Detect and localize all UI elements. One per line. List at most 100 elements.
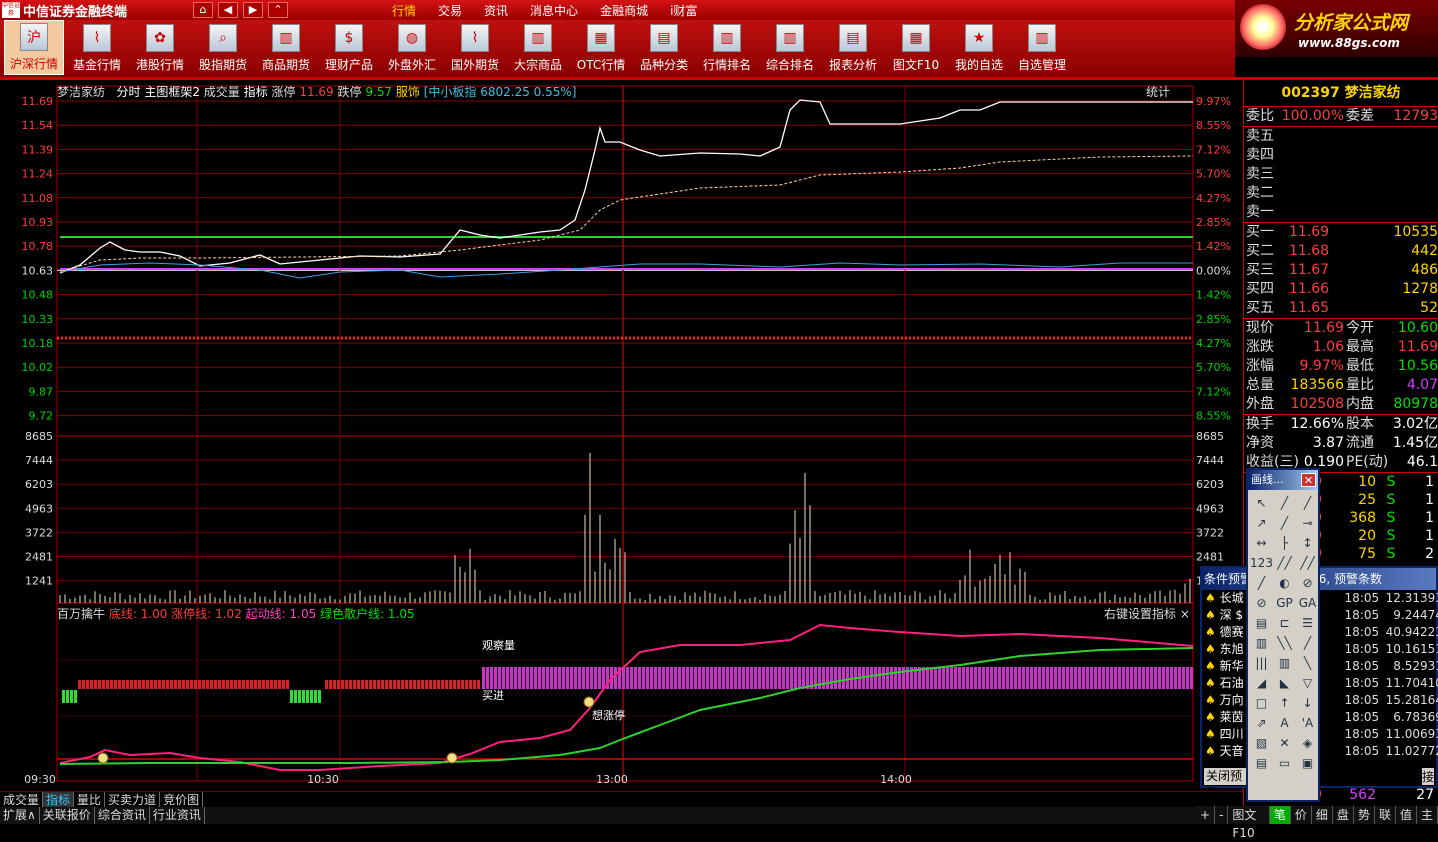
- panel-tab-2[interactable]: 价: [1291, 806, 1312, 824]
- draw-tool-25[interactable]: ▥: [1273, 653, 1296, 673]
- menu-trade[interactable]: 交易: [438, 2, 462, 19]
- intraday-chart[interactable]: 11.69 9.97% 11.54 8.55% 11.39 7.12% 11.24 5.70%…: [0, 80, 1243, 791]
- draw-tool-5[interactable]: ⊸: [1296, 513, 1319, 533]
- draw-tool-41[interactable]: ▣: [1296, 753, 1319, 773]
- draw-tool-26[interactable]: ╲: [1296, 653, 1319, 673]
- toolbar-button-1[interactable]: ⌇ 基金行情: [67, 20, 127, 75]
- toolbar-button-12[interactable]: ▥ 综合排名: [760, 20, 820, 75]
- close-alert-button[interactable]: 关闭预警: [1204, 768, 1252, 800]
- draw-tool-20[interactable]: ☰: [1296, 613, 1319, 633]
- draw-tool-9[interactable]: 123: [1250, 553, 1273, 573]
- indicator-label[interactable]: 指标: [244, 85, 268, 99]
- draw-tool-16[interactable]: GP: [1273, 593, 1296, 613]
- draw-tool-37[interactable]: ✕: [1273, 733, 1296, 753]
- toolbar-button-14[interactable]: ▦ 图文F10: [886, 20, 946, 75]
- toolbar-button-2[interactable]: ✿ 港股行情: [130, 20, 190, 75]
- draw-tool-12[interactable]: ╱: [1250, 573, 1273, 593]
- draw-tool-24[interactable]: |||: [1250, 653, 1273, 673]
- panel-tab-7[interactable]: 值: [1396, 806, 1417, 824]
- draw-tool-6[interactable]: ↔: [1250, 533, 1273, 553]
- draw-tool-22[interactable]: ╲╲: [1273, 633, 1296, 653]
- toolbar-button-3[interactable]: ⌕ 股指期货: [193, 20, 253, 75]
- draw-tool-7[interactable]: ├: [1273, 533, 1296, 553]
- tab-3[interactable]: 买卖力道: [105, 792, 161, 807]
- draw-tool-2[interactable]: ╱: [1296, 493, 1319, 513]
- draw-tool-17[interactable]: GA: [1296, 593, 1319, 613]
- ext-tab-1[interactable]: 关联报价: [40, 807, 95, 824]
- panel-tab-8[interactable]: 主: [1417, 806, 1438, 824]
- tab-1[interactable]: 指标: [43, 792, 75, 807]
- draw-tool-34[interactable]: A: [1273, 713, 1296, 733]
- drawing-tools-window[interactable]: 画线... ✕ ↖ ╱ ╱ ↗ ╱ ⊸ ↔ ├ ↕ 123 ╱╱ ╱╱ ╱ ◐ ⊘ ⊘ GP GA ▤ ⊏ ☰ ▥ ╲╲ ╱ ||…: [1246, 468, 1320, 802]
- close-icon[interactable]: ✕: [1301, 473, 1316, 487]
- mode-label[interactable]: 分时: [116, 85, 140, 99]
- draw-tool-35[interactable]: 'A: [1296, 713, 1319, 733]
- draw-tool-28[interactable]: ◣: [1273, 673, 1296, 693]
- draw-tool-36[interactable]: ▧: [1250, 733, 1273, 753]
- panel-tab-0[interactable]: 图文F10: [1228, 806, 1270, 840]
- draw-tool-33[interactable]: ⇗: [1250, 713, 1273, 733]
- menu-news[interactable]: 资讯: [484, 2, 508, 19]
- forward-icon[interactable]: ▶: [243, 2, 263, 18]
- draw-tool-23[interactable]: ╱: [1296, 633, 1319, 653]
- toolbar-button-4[interactable]: ▥ 商品期货: [256, 20, 316, 75]
- ext-tab-2[interactable]: 综合资讯: [95, 807, 150, 824]
- draw-tool-31[interactable]: ↑: [1273, 693, 1296, 713]
- alert-more-button[interactable]: 接: [1422, 768, 1434, 785]
- panel-zoom-0[interactable]: +: [1196, 806, 1216, 824]
- menu-mall[interactable]: 金融商城: [600, 2, 648, 19]
- draw-tool-11[interactable]: ╱╱: [1296, 553, 1319, 573]
- draw-tool-8[interactable]: ↕: [1296, 533, 1319, 553]
- main-frame-label[interactable]: 主图框架2: [144, 85, 200, 99]
- tab-2[interactable]: 量比: [74, 792, 106, 807]
- toolbar-button-7[interactable]: ⌇ 国外期货: [445, 20, 505, 75]
- draw-tool-38[interactable]: ◈: [1296, 733, 1319, 753]
- draw-tool-4[interactable]: ╱: [1273, 513, 1296, 533]
- home-icon[interactable]: ⌂: [193, 2, 213, 18]
- draw-tool-14[interactable]: ⊘: [1296, 573, 1319, 593]
- toolbar-button-15[interactable]: ★ 我的自选: [949, 20, 1009, 75]
- toolbar-button-6[interactable]: ◍ 外盘外汇: [382, 20, 442, 75]
- draw-tool-1[interactable]: ╱: [1273, 493, 1296, 513]
- toolbar-button-9[interactable]: ▦ OTC行情: [571, 20, 631, 75]
- draw-tool-30[interactable]: □: [1250, 693, 1273, 713]
- draw-tool-29[interactable]: ▽: [1296, 673, 1319, 693]
- ext-tab-3[interactable]: 行业资讯: [150, 807, 205, 824]
- draw-tool-40[interactable]: ▭: [1273, 753, 1296, 773]
- ext-tab-0[interactable]: 扩展∧: [0, 807, 40, 824]
- tab-4[interactable]: 竞价图: [160, 792, 204, 807]
- toolbar-button-10[interactable]: ▤ 品种分类: [634, 20, 694, 75]
- menu-quotes[interactable]: 行情: [392, 2, 416, 19]
- panel-zoom-1[interactable]: -: [1215, 806, 1229, 824]
- draw-tool-27[interactable]: ◢: [1250, 673, 1273, 693]
- panel-tab-1[interactable]: 笔: [1269, 806, 1291, 824]
- draw-tool-10[interactable]: ╱╱: [1273, 553, 1296, 573]
- draw-tool-39[interactable]: ▤: [1250, 753, 1273, 773]
- panel-tab-6[interactable]: 联: [1375, 806, 1396, 824]
- draw-tool-13[interactable]: ◐: [1273, 573, 1296, 593]
- draw-tool-19[interactable]: ⊏: [1273, 613, 1296, 633]
- draw-tool-15[interactable]: ⊘: [1250, 593, 1273, 613]
- tab-0[interactable]: 成交量: [0, 792, 44, 807]
- draw-tool-3[interactable]: ↗: [1250, 513, 1273, 533]
- toolbar-button-16[interactable]: ▥ 自选管理: [1012, 20, 1072, 75]
- panel-tab-4[interactable]: 盘: [1333, 806, 1354, 824]
- volume-label[interactable]: 成交量: [204, 85, 240, 99]
- toolbar-button-8[interactable]: ▥ 大宗商品: [508, 20, 568, 75]
- panel-tab-3[interactable]: 细: [1312, 806, 1333, 824]
- toolbar-button-0[interactable]: 沪沪深行情: [4, 20, 64, 75]
- toolbar-button-13[interactable]: ▤ 报表分析: [823, 20, 883, 75]
- menu-messages[interactable]: 消息中心: [530, 2, 578, 19]
- indicator-settings-hint[interactable]: 右键设置指标 ×: [1104, 605, 1190, 622]
- menu-wealth[interactable]: i财富: [670, 2, 697, 19]
- up-icon[interactable]: ⌃: [268, 2, 288, 18]
- toolbar-button-5[interactable]: $ 理财产品: [319, 20, 379, 75]
- draw-tool-21[interactable]: ▥: [1250, 633, 1273, 653]
- panel-tab-5[interactable]: 势: [1354, 806, 1375, 824]
- toolbar-button-11[interactable]: ▥ 行情排名: [697, 20, 757, 75]
- draw-tool-0[interactable]: ↖: [1250, 493, 1273, 513]
- back-icon[interactable]: ◀: [218, 2, 238, 18]
- close-icon[interactable]: ×: [1180, 607, 1190, 621]
- draw-tool-32[interactable]: ↓: [1296, 693, 1319, 713]
- stat-button[interactable]: 统计: [1146, 83, 1170, 100]
